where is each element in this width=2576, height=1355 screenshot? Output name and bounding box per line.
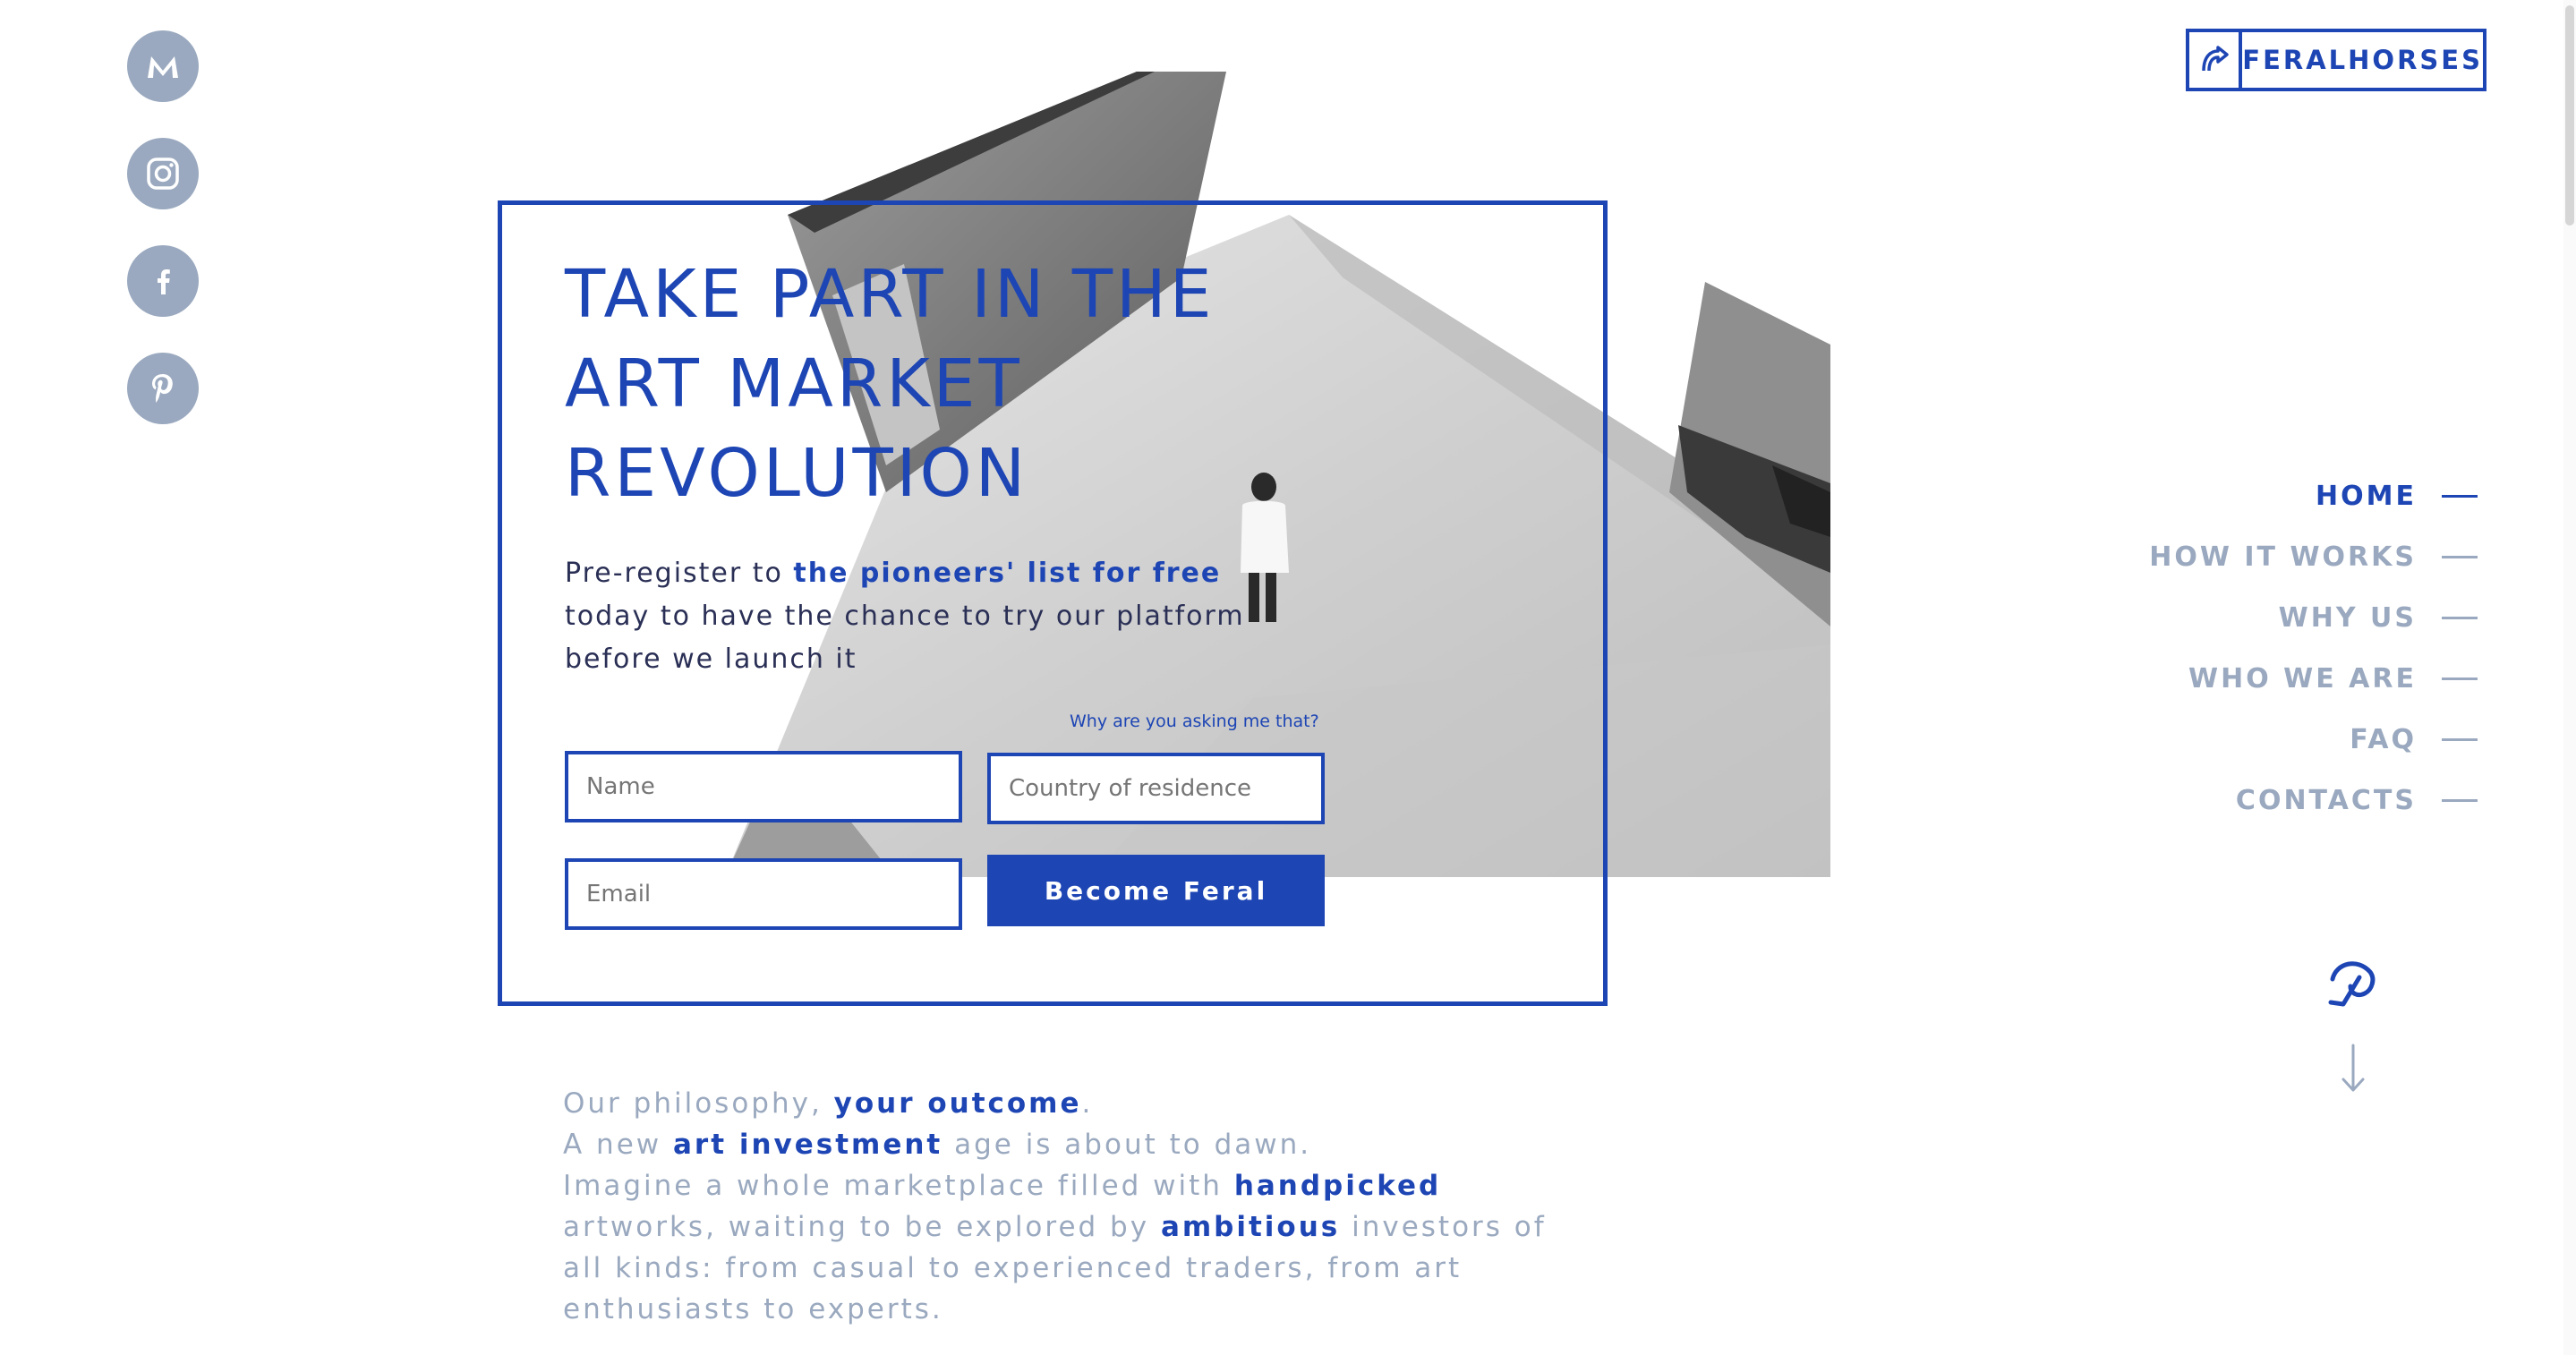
nav-dash — [2442, 737, 2478, 741]
hero-card: TAKE PART IN THE ART MARKET REVOLUTION P… — [498, 200, 1608, 1006]
nav-dash — [2442, 616, 2478, 619]
email-input[interactable] — [565, 858, 962, 930]
philosophy-text: age is about to dawn. — [943, 1129, 1312, 1161]
scrollbar-thumb[interactable] — [2565, 5, 2574, 226]
nav-item-who-we-are[interactable]: WHO WE ARE — [2149, 648, 2478, 709]
philosophy-highlight: handpicked — [1233, 1170, 1442, 1202]
pinterest-icon[interactable] — [127, 353, 199, 424]
subtitle-text: Pre-register to — [565, 558, 794, 589]
pioneers-list-highlight: the pioneers' list for free — [793, 558, 1222, 589]
nav-item-home[interactable]: HOME — [2149, 465, 2478, 526]
country-input[interactable] — [987, 753, 1325, 824]
philosophy-highlight: art investment — [673, 1129, 943, 1161]
nav-item-faq[interactable]: FAQ — [2149, 709, 2478, 770]
philosophy-line: Our philosophy, your outcome. — [563, 1083, 1548, 1124]
nav-dash — [2442, 798, 2478, 802]
horse-mark-icon — [2328, 961, 2376, 1007]
philosophy-section: Our philosophy, your outcome. A new art … — [563, 1083, 1548, 1330]
philosophy-line: A new art investment age is about to daw… — [563, 1124, 1548, 1165]
nav-item-label: FAQ — [2350, 723, 2417, 755]
medium-icon[interactable] — [127, 30, 199, 102]
nav-item-label: WHO WE ARE — [2188, 662, 2417, 695]
horse-logo-icon — [2189, 32, 2243, 88]
philosophy-highlight: ambitious — [1160, 1211, 1341, 1243]
nav-item-label: HOME — [2316, 480, 2417, 512]
nav-item-how-it-works[interactable]: HOW IT WORKS — [2149, 526, 2478, 587]
feralhorses-logo[interactable]: FERALHORSES — [2186, 29, 2486, 91]
hero-subtitle: Pre-register to the pioneers' list for f… — [565, 552, 1263, 681]
scrollbar[interactable] — [2563, 0, 2576, 1355]
name-input[interactable] — [565, 751, 962, 822]
philosophy-text: . — [1081, 1087, 1094, 1120]
social-links — [127, 30, 199, 460]
philosophy-text: Our philosophy, — [563, 1087, 834, 1120]
philosophy-highlight: your outcome — [833, 1087, 1082, 1120]
hero-title: TAKE PART IN THE ART MARKET REVOLUTION — [565, 250, 1370, 518]
hero-title-line: ART MARKET — [565, 345, 1023, 422]
nav-item-contacts[interactable]: CONTACTS — [2149, 770, 2478, 831]
nav-item-label: CONTACTS — [2235, 784, 2417, 816]
facebook-icon[interactable] — [127, 245, 199, 317]
philosophy-text: Imagine a whole marketplace filled with — [563, 1170, 1234, 1202]
why-asking-link[interactable]: Why are you asking me that? — [1070, 712, 1319, 731]
become-feral-button[interactable]: Become Feral — [987, 855, 1325, 926]
nav-item-label: WHY US — [2278, 601, 2417, 634]
nav-dash — [2442, 677, 2478, 680]
subtitle-text: today to have the chance to try our plat… — [565, 601, 1245, 675]
hero-title-line: REVOLUTION — [565, 435, 1029, 512]
nav-dash — [2442, 494, 2478, 498]
instagram-icon[interactable] — [127, 138, 199, 209]
nav-item-why-us[interactable]: WHY US — [2149, 587, 2478, 648]
nav-item-label: HOW IT WORKS — [2149, 541, 2417, 573]
philosophy-line: Imagine a whole marketplace filled with … — [563, 1165, 1548, 1330]
nav-dash — [2442, 555, 2478, 558]
philosophy-text: artworks, waiting to be explored by — [563, 1211, 1161, 1243]
hero-title-line: TAKE PART IN THE — [565, 256, 1215, 333]
main-nav: HOME HOW IT WORKS WHY US WHO WE ARE FAQ … — [2149, 465, 2478, 831]
brand-name: FERALHORSES — [2242, 45, 2483, 75]
philosophy-text: A new — [563, 1129, 673, 1161]
scroll-down-arrow-icon[interactable] — [2340, 1044, 2367, 1094]
